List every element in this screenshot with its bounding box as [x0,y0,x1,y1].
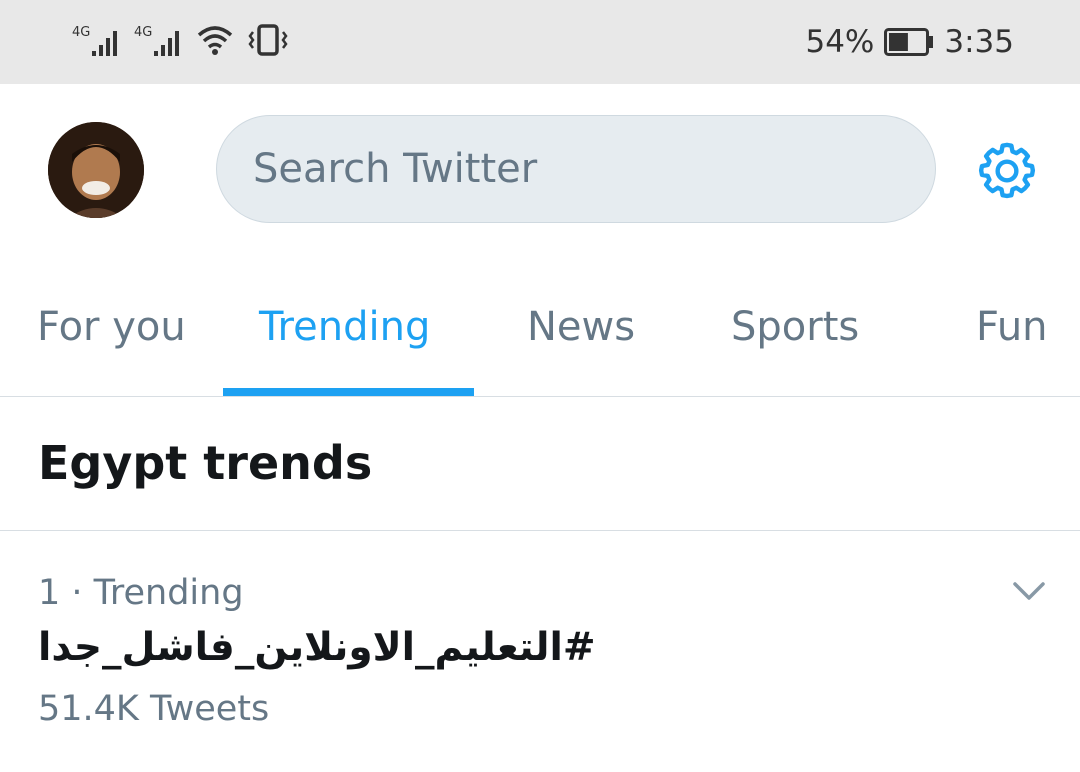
gear-icon[interactable] [974,138,1040,204]
trend-rank-label: 1 · Trending [38,573,244,613]
search-input[interactable]: Search Twitter [216,115,936,223]
status-bar: 4G 4G 54% 3:35 [0,0,1080,84]
tab-trending[interactable]: Trending [259,304,430,350]
battery-icon [884,28,934,56]
profile-photo [48,122,144,218]
svg-text:4G: 4G [134,25,152,40]
chevron-down-icon[interactable] [1012,579,1046,603]
tab-sports[interactable]: Sports [731,304,859,350]
battery-percent: 54% [805,24,875,60]
svg-text:4G: 4G [72,25,90,40]
explore-tabs: For you Trending News Sports Fun [0,254,1080,397]
status-icons-left: 4G 4G [72,22,290,58]
clock: 3:35 [944,24,1014,60]
app-header: Search Twitter [0,84,1080,254]
vibrate-icon [248,24,288,56]
wifi-icon [197,26,233,55]
trend-tweet-count: 51.4K Tweets [38,689,270,729]
search-placeholder: Search Twitter [253,146,538,192]
trend-item[interactable]: 1 · Trending #التعليم_الاونلاين_فاشل_جدا… [0,531,1080,771]
status-icons-right: 54% 3:35 [805,22,1014,62]
avatar[interactable] [48,122,144,218]
trend-hashtag: #التعليم_الاونلاين_فاشل_جدا [38,625,596,670]
cellular-signal-icon: 4G [72,25,117,56]
cellular-signal-2-icon: 4G [134,25,179,56]
tab-fun[interactable]: Fun [976,304,1048,350]
active-tab-indicator [223,388,474,396]
tab-for-you[interactable]: For you [37,304,186,350]
section-title: Egypt trends [38,436,373,490]
tab-news[interactable]: News [527,304,635,350]
